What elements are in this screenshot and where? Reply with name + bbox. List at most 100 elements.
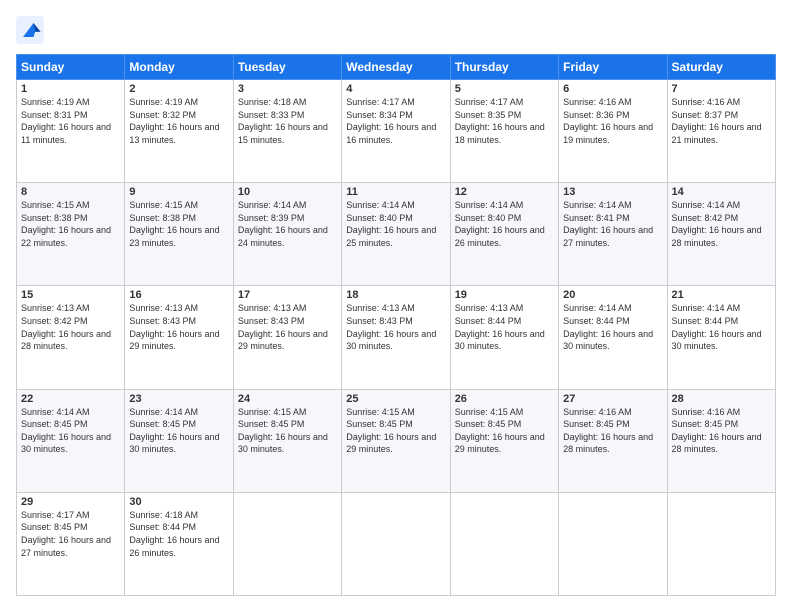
table-row: 12Sunrise: 4:14 AMSunset: 8:40 PMDayligh… [450, 183, 558, 286]
header-friday: Friday [559, 55, 667, 80]
table-row [667, 492, 775, 595]
day-info: Sunrise: 4:15 AMSunset: 8:45 PMDaylight:… [455, 406, 554, 456]
day-number: 12 [455, 186, 554, 198]
day-number: 23 [129, 393, 228, 405]
day-info: Sunrise: 4:15 AMSunset: 8:45 PMDaylight:… [346, 406, 445, 456]
day-number: 11 [346, 186, 445, 198]
calendar-week-row: 1Sunrise: 4:19 AMSunset: 8:31 PMDaylight… [17, 80, 776, 183]
day-info: Sunrise: 4:14 AMSunset: 8:40 PMDaylight:… [346, 199, 445, 249]
calendar-header-row: SundayMondayTuesdayWednesdayThursdayFrid… [17, 55, 776, 80]
day-number: 6 [563, 83, 662, 95]
day-number: 17 [238, 289, 337, 301]
header-monday: Monday [125, 55, 233, 80]
day-info: Sunrise: 4:14 AMSunset: 8:44 PMDaylight:… [672, 302, 771, 352]
day-info: Sunrise: 4:19 AMSunset: 8:31 PMDaylight:… [21, 96, 120, 146]
header-sunday: Sunday [17, 55, 125, 80]
day-info: Sunrise: 4:17 AMSunset: 8:45 PMDaylight:… [21, 509, 120, 559]
day-number: 10 [238, 186, 337, 198]
day-info: Sunrise: 4:17 AMSunset: 8:35 PMDaylight:… [455, 96, 554, 146]
table-row: 10Sunrise: 4:14 AMSunset: 8:39 PMDayligh… [233, 183, 341, 286]
table-row: 18Sunrise: 4:13 AMSunset: 8:43 PMDayligh… [342, 286, 450, 389]
day-info: Sunrise: 4:14 AMSunset: 8:39 PMDaylight:… [238, 199, 337, 249]
table-row: 4Sunrise: 4:17 AMSunset: 8:34 PMDaylight… [342, 80, 450, 183]
table-row: 9Sunrise: 4:15 AMSunset: 8:38 PMDaylight… [125, 183, 233, 286]
table-row [342, 492, 450, 595]
day-number: 22 [21, 393, 120, 405]
day-number: 15 [21, 289, 120, 301]
calendar-week-row: 8 Sunrise: 4:15 AMSunset: 8:38 PMDaylight… [17, 183, 776, 286]
table-row: 11Sunrise: 4:14 AMSunset: 8:40 PMDayligh… [342, 183, 450, 286]
day-info: Sunrise: 4:14 AMSunset: 8:42 PMDaylight:… [672, 199, 771, 249]
day-number: 16 [129, 289, 228, 301]
table-row: 5Sunrise: 4:17 AMSunset: 8:35 PMDaylight… [450, 80, 558, 183]
calendar-week-row: 29Sunrise: 4:17 AMSunset: 8:45 PMDayligh… [17, 492, 776, 595]
table-row [450, 492, 558, 595]
table-row: 28Sunrise: 4:16 AMSunset: 8:45 PMDayligh… [667, 389, 775, 492]
table-row: 7Sunrise: 4:16 AMSunset: 8:37 PMDaylight… [667, 80, 775, 183]
day-info: Sunrise: 4:13 AMSunset: 8:42 PMDaylight:… [21, 302, 120, 352]
table-row: 22Sunrise: 4:14 AMSunset: 8:45 PMDayligh… [17, 389, 125, 492]
day-info: Sunrise: 4:16 AMSunset: 8:45 PMDaylight:… [672, 406, 771, 456]
day-info: Sunrise: 4:13 AMSunset: 8:43 PMDaylight:… [129, 302, 228, 352]
day-number: 19 [455, 289, 554, 301]
table-row: 8Sunrise: 4:15 AMSunset: 8:38 PMDaylight… [17, 183, 125, 286]
day-number: 29 [21, 496, 120, 508]
day-number: 3 [238, 83, 337, 95]
day-info: Sunrise: 4:13 AMSunset: 8:43 PMDaylight:… [346, 302, 445, 352]
table-row: 23Sunrise: 4:14 AMSunset: 8:45 PMDayligh… [125, 389, 233, 492]
header [16, 16, 776, 44]
header-wednesday: Wednesday [342, 55, 450, 80]
day-info: Sunrise: 4:13 AMSunset: 8:44 PMDaylight:… [455, 302, 554, 352]
day-number: 5 [455, 83, 554, 95]
day-info: Sunrise: 4:18 AMSunset: 8:33 PMDaylight:… [238, 96, 337, 146]
table-row: 19Sunrise: 4:13 AMSunset: 8:44 PMDayligh… [450, 286, 558, 389]
day-info: Sunrise: 4:14 AMSunset: 8:45 PMDaylight:… [129, 406, 228, 456]
logo-icon [16, 16, 44, 44]
calendar-week-row: 22 Sunrise: 4:14 AMSunset: 8:45 PMDayligh… [17, 389, 776, 492]
day-info: Sunrise: 4:16 AMSunset: 8:36 PMDaylight:… [563, 96, 662, 146]
logo [16, 16, 48, 44]
table-row: 3Sunrise: 4:18 AMSunset: 8:33 PMDaylight… [233, 80, 341, 183]
table-row: 2Sunrise: 4:19 AMSunset: 8:32 PMDaylight… [125, 80, 233, 183]
calendar-table: SundayMondayTuesdayWednesdayThursdayFrid… [16, 54, 776, 596]
header-saturday: Saturday [667, 55, 775, 80]
day-number: 4 [346, 83, 445, 95]
day-number: 2 [129, 83, 228, 95]
day-info: Sunrise: 4:15 AMSunset: 8:45 PMDaylight:… [238, 406, 337, 456]
day-number: 27 [563, 393, 662, 405]
table-row: 21Sunrise: 4:14 AMSunset: 8:44 PMDayligh… [667, 286, 775, 389]
day-number: 26 [455, 393, 554, 405]
day-number: 24 [238, 393, 337, 405]
day-info: Sunrise: 4:17 AMSunset: 8:34 PMDaylight:… [346, 96, 445, 146]
day-number: 28 [672, 393, 771, 405]
day-number: 20 [563, 289, 662, 301]
table-row: 29Sunrise: 4:17 AMSunset: 8:45 PMDayligh… [17, 492, 125, 595]
table-row: 1Sunrise: 4:19 AMSunset: 8:31 PMDaylight… [17, 80, 125, 183]
table-row: 20Sunrise: 4:14 AMSunset: 8:44 PMDayligh… [559, 286, 667, 389]
day-number: 9 [129, 186, 228, 198]
table-row: 16Sunrise: 4:13 AMSunset: 8:43 PMDayligh… [125, 286, 233, 389]
table-row: 17Sunrise: 4:13 AMSunset: 8:43 PMDayligh… [233, 286, 341, 389]
day-number: 25 [346, 393, 445, 405]
table-row: 6Sunrise: 4:16 AMSunset: 8:36 PMDaylight… [559, 80, 667, 183]
table-row [559, 492, 667, 595]
table-row: 14Sunrise: 4:14 AMSunset: 8:42 PMDayligh… [667, 183, 775, 286]
day-info: Sunrise: 4:16 AMSunset: 8:45 PMDaylight:… [563, 406, 662, 456]
table-row [233, 492, 341, 595]
table-row: 27Sunrise: 4:16 AMSunset: 8:45 PMDayligh… [559, 389, 667, 492]
table-row: 13Sunrise: 4:14 AMSunset: 8:41 PMDayligh… [559, 183, 667, 286]
day-number: 30 [129, 496, 228, 508]
header-thursday: Thursday [450, 55, 558, 80]
day-number: 14 [672, 186, 771, 198]
page: SundayMondayTuesdayWednesdayThursdayFrid… [0, 0, 792, 612]
day-number: 13 [563, 186, 662, 198]
day-info: Sunrise: 4:15 AMSunset: 8:38 PMDaylight:… [129, 199, 228, 249]
day-info: Sunrise: 4:16 AMSunset: 8:37 PMDaylight:… [672, 96, 771, 146]
table-row: 24Sunrise: 4:15 AMSunset: 8:45 PMDayligh… [233, 389, 341, 492]
day-info: Sunrise: 4:14 AMSunset: 8:41 PMDaylight:… [563, 199, 662, 249]
calendar-week-row: 15Sunrise: 4:13 AMSunset: 8:42 PMDayligh… [17, 286, 776, 389]
day-number: 18 [346, 289, 445, 301]
day-info: Sunrise: 4:18 AMSunset: 8:44 PMDaylight:… [129, 509, 228, 559]
day-number: 8 [21, 186, 120, 198]
table-row: 15Sunrise: 4:13 AMSunset: 8:42 PMDayligh… [17, 286, 125, 389]
